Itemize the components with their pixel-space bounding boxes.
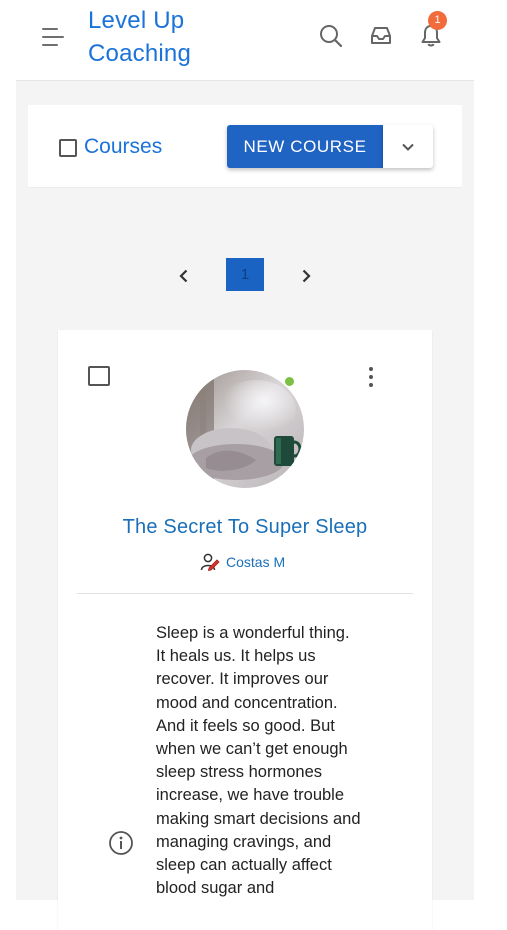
more-vertical-icon[interactable] [361, 364, 381, 390]
page-1-button[interactable]: 1 [226, 258, 264, 291]
brand-title[interactable]: Level Up Coaching [88, 4, 248, 70]
pagination: 1 [16, 258, 474, 294]
chevron-right-icon [302, 269, 311, 283]
next-page-button[interactable] [294, 264, 318, 288]
notification-badge: 1 [428, 11, 447, 30]
author-icon [200, 553, 220, 571]
search-icon[interactable] [317, 22, 345, 50]
courses-label[interactable]: Courses [84, 135, 162, 159]
course-card: The Secret To Super Sleep Costas M Sleep… [58, 330, 432, 930]
top-bar: Level Up Coaching 1 [16, 0, 474, 81]
course-description: Sleep is a wonderful thing. It heals us.… [156, 624, 361, 898]
courses-toolbar: Courses NEW COURSE [28, 105, 462, 188]
previous-page-button[interactable] [172, 264, 196, 288]
menu-icon[interactable] [42, 26, 68, 48]
new-course-dropdown-button[interactable] [383, 125, 433, 168]
course-thumbnail[interactable] [186, 370, 304, 488]
info-icon[interactable] [108, 830, 134, 856]
card-divider [77, 593, 413, 594]
course-author[interactable]: Costas M [200, 551, 285, 573]
chevron-left-icon [179, 269, 188, 283]
select-all-checkbox[interactable] [59, 139, 77, 157]
online-status-dot [285, 377, 294, 386]
author-name: Costas M [226, 554, 286, 570]
inbox-icon[interactable] [367, 22, 395, 50]
new-course-button[interactable]: NEW COURSE [227, 125, 383, 168]
course-title[interactable]: The Secret To Super Sleep [58, 516, 432, 539]
chevron-down-icon [402, 143, 414, 151]
app-shell: Level Up Coaching 1 Courses NEW COURSE 1… [16, 0, 474, 930]
course-select-checkbox[interactable] [88, 366, 110, 386]
